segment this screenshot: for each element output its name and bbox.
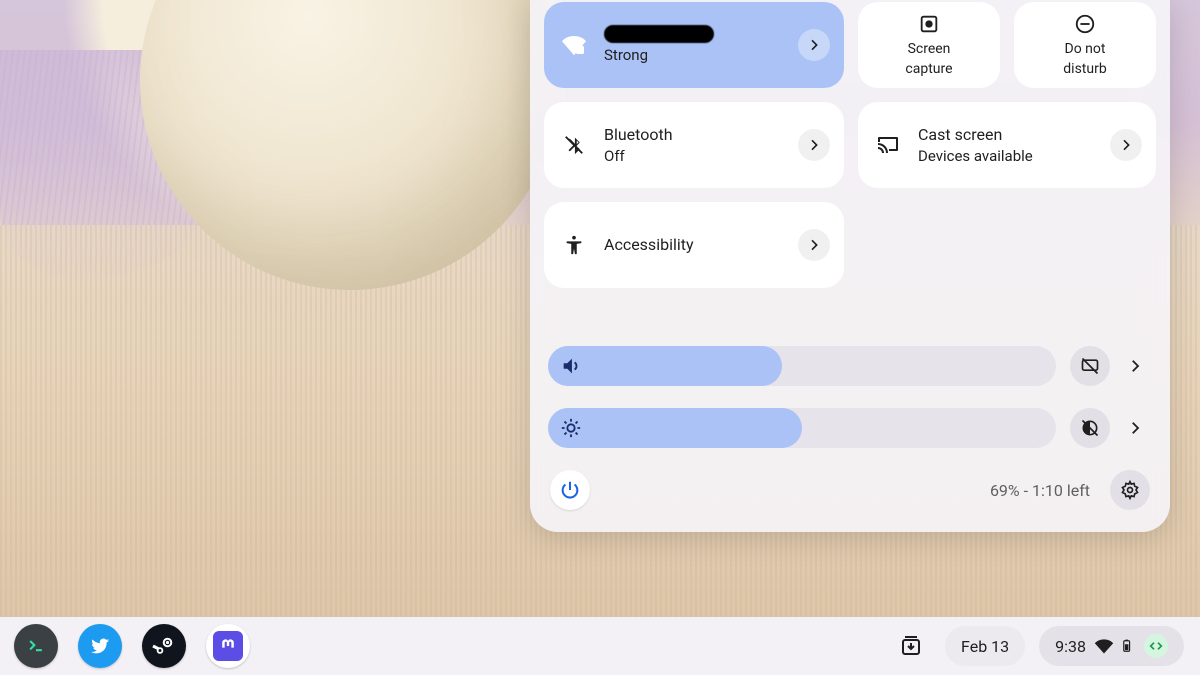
volume-icon	[560, 355, 582, 377]
do-not-disturb-tile[interactable]: Do not disturb	[1014, 2, 1156, 88]
display-settings-button[interactable]	[1118, 411, 1152, 445]
brightness-slider-fill	[548, 408, 802, 448]
wifi-tile[interactable]: Strong	[544, 2, 844, 88]
bluetooth-label: Bluetooth	[604, 124, 673, 146]
cast-label: Cast screen	[918, 124, 1033, 146]
do-not-disturb-icon	[1073, 12, 1097, 36]
mastodon-app-icon[interactable]	[206, 624, 250, 668]
shelf-time: 9:38	[1055, 637, 1086, 656]
cast-details-button[interactable]	[1110, 129, 1142, 161]
cast-sub-label: Devices available	[918, 146, 1033, 166]
battery-status-text: 69% - 1:10 left	[990, 481, 1090, 500]
calendar-chip[interactable]: Feb 13	[945, 626, 1025, 666]
audio-output-button[interactable]	[1070, 346, 1110, 386]
screen-capture-tile[interactable]: Screen capture	[858, 2, 1000, 88]
power-button[interactable]	[550, 470, 590, 510]
screen-capture-icon	[917, 12, 941, 36]
volume-slider-row	[548, 346, 1152, 386]
bluetooth-off-icon	[562, 133, 586, 157]
shelf-date: Feb 13	[961, 637, 1009, 656]
wifi-ssid-redacted	[604, 25, 714, 43]
audio-settings-button[interactable]	[1118, 349, 1152, 383]
do-not-disturb-label: disturb	[1063, 61, 1106, 78]
bluetooth-tile[interactable]: Bluetooth Off	[544, 102, 844, 188]
wifi-signal-label: Strong	[604, 45, 714, 65]
dev-mode-icon	[1144, 634, 1168, 658]
twitter-app-icon[interactable]	[78, 624, 122, 668]
accessibility-details-button[interactable]	[798, 229, 830, 261]
brightness-slider-row	[548, 408, 1152, 448]
bluetooth-details-button[interactable]	[798, 129, 830, 161]
screen-capture-label: capture	[905, 61, 952, 78]
shelf: Feb 13 9:38	[0, 617, 1200, 675]
status-area[interactable]: 9:38	[1039, 626, 1184, 666]
volume-slider-fill	[548, 346, 782, 386]
quick-settings-panel: Strong Screen capture Do not disturb	[530, 0, 1170, 532]
bluetooth-state-label: Off	[604, 146, 673, 166]
tote-tray-button[interactable]	[891, 626, 931, 666]
accessibility-icon	[562, 233, 586, 257]
accessibility-label: Accessibility	[604, 234, 694, 256]
terminal-app-icon[interactable]	[14, 624, 58, 668]
brightness-slider[interactable]	[548, 408, 1056, 448]
steam-app-icon[interactable]	[142, 624, 186, 668]
accessibility-tile[interactable]: Accessibility	[544, 202, 844, 288]
cast-icon	[876, 133, 900, 157]
brightness-icon	[560, 417, 582, 439]
volume-slider[interactable]	[548, 346, 1056, 386]
battery-status-icon	[1122, 636, 1136, 656]
night-light-button[interactable]	[1070, 408, 1110, 448]
cast-screen-tile[interactable]: Cast screen Devices available	[858, 102, 1156, 188]
wifi-status-icon	[1094, 636, 1114, 656]
settings-button[interactable]	[1110, 470, 1150, 510]
wifi-icon	[562, 33, 586, 57]
do-not-disturb-label: Do not	[1065, 41, 1106, 58]
wifi-details-button[interactable]	[798, 29, 830, 61]
screen-capture-label: Screen	[908, 41, 951, 58]
